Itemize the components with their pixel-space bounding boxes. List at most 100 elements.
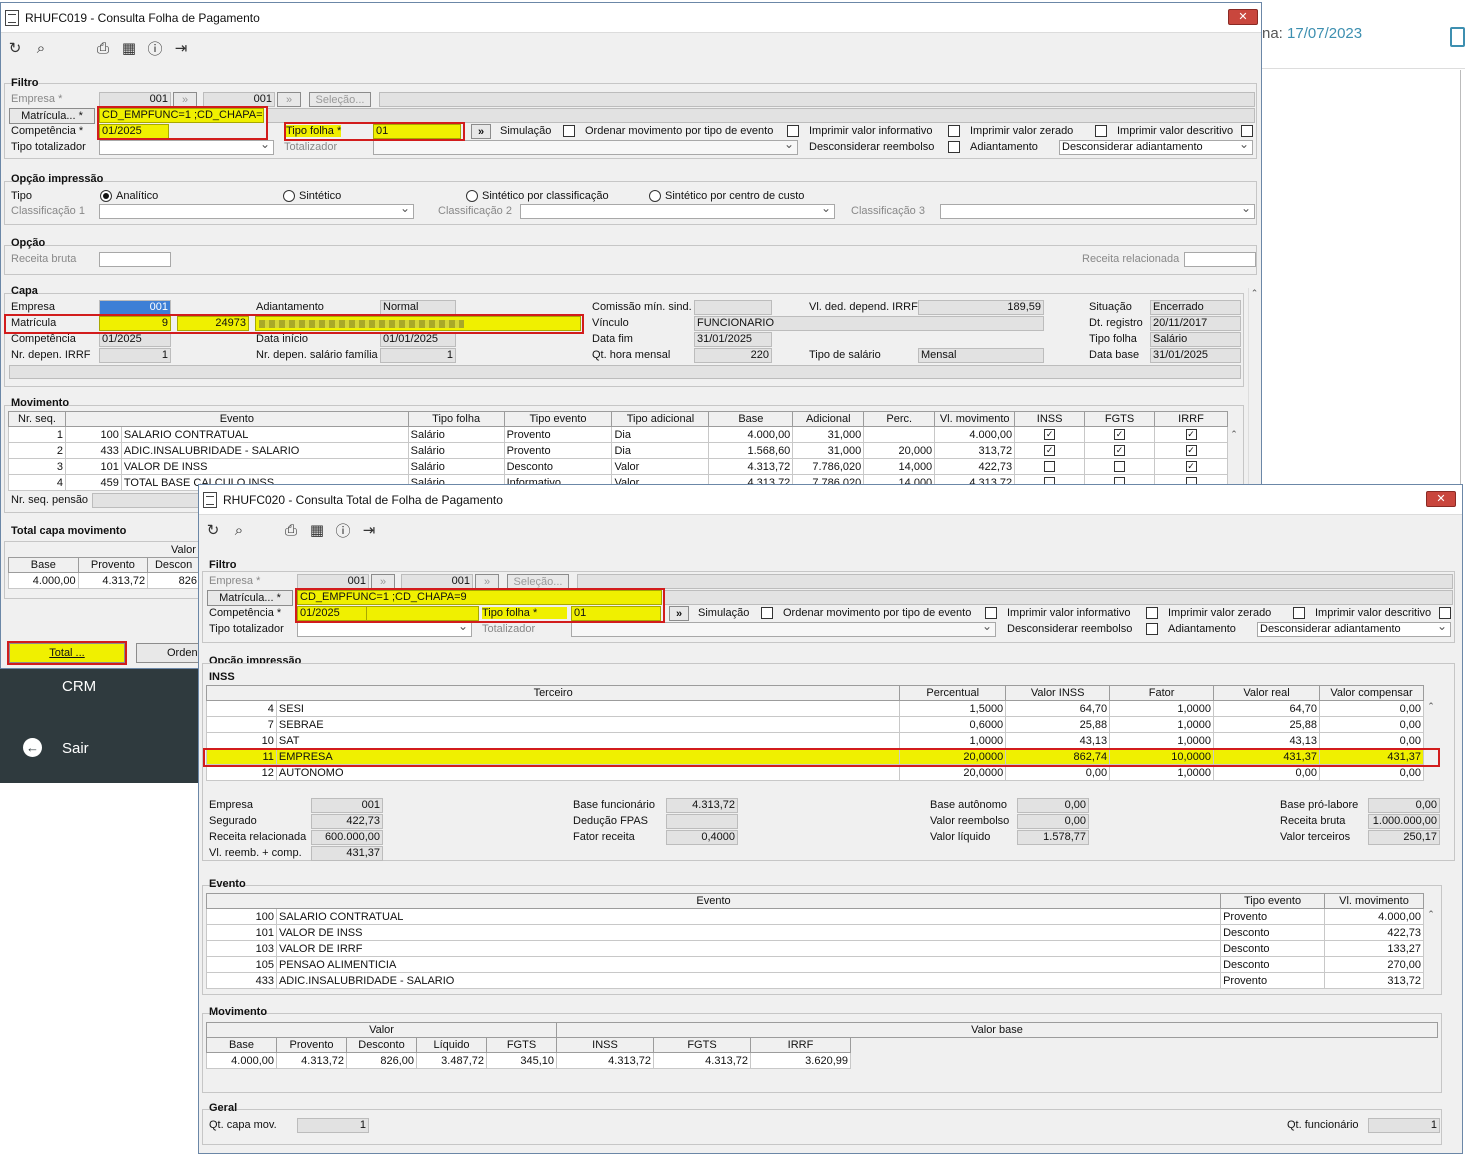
print-icon[interactable]: ⎙ xyxy=(281,522,301,539)
cell-irrf[interactable]: ✓ xyxy=(1154,458,1228,475)
calendar-icon[interactable]: ▦ xyxy=(119,39,139,57)
cell-fgts[interactable]: ✓ xyxy=(1084,426,1155,443)
exit-icon[interactable]: ⇥ xyxy=(171,39,191,57)
calendar-icon[interactable] xyxy=(1450,27,1465,47)
table-row[interactable]: 4 SESI 1,5000 64,70 1,0000 64,70 0,00 xyxy=(206,700,1425,717)
sidebar-item-crm[interactable]: CRM xyxy=(62,678,96,695)
empresa-from-lookup[interactable]: » xyxy=(371,574,395,589)
competencia-field[interactable]: 01/2025 xyxy=(297,606,367,621)
desc-reembolso-checkbox[interactable] xyxy=(948,141,960,153)
print-icon[interactable]: ⎙ xyxy=(93,40,113,57)
table-row[interactable]: 11 EMPRESA 20,0000 862,74 10,0000 431,37 431,3… xyxy=(206,748,1425,765)
refresh-icon[interactable]: ↻ xyxy=(5,39,25,57)
checkbox-icon[interactable]: ✓ xyxy=(1185,445,1197,457)
checkbox-icon[interactable]: ✓ xyxy=(1114,429,1126,441)
tipo-folha-lookup[interactable]: » xyxy=(471,124,491,139)
close-button[interactable]: ✕ xyxy=(1426,491,1456,507)
tipo-totalizador-select[interactable] xyxy=(297,622,472,637)
selecao-button[interactable]: Seleção... xyxy=(309,92,371,107)
class3-select[interactable] xyxy=(940,204,1255,219)
search-icon[interactable]: ⌕ xyxy=(31,40,51,57)
table-row[interactable]: 103 VALOR DE IRRF Desconto 133,27 xyxy=(206,940,1424,957)
refresh-icon[interactable]: ↻ xyxy=(203,521,223,539)
empresa-from-lookup[interactable]: » xyxy=(173,92,197,107)
window-title-bar[interactable]: RHUFC019 - Consulta Folha de Pagamento xyxy=(1,3,1261,33)
back-arrow-icon[interactable]: ← xyxy=(23,738,42,757)
imp-zerado-checkbox[interactable] xyxy=(1095,125,1107,137)
receita-relacionada-field[interactable] xyxy=(1184,252,1256,267)
table-row[interactable]: 3 101 VALOR DE INSS Salário Desconto Valor 4.3… xyxy=(8,458,1228,475)
sint-classificacao-radio[interactable] xyxy=(466,190,478,202)
empresa-to-lookup[interactable]: » xyxy=(277,92,301,107)
simulacao-checkbox[interactable] xyxy=(761,607,773,619)
matricula-field[interactable]: CD_EMPFUNC=1 ;CD_CHAPA=9 xyxy=(99,108,264,123)
table-row[interactable]: 2 433 ADIC.INSALUBRIDADE - SALARIO Salário P… xyxy=(8,442,1228,459)
matricula-button[interactable]: Matrícula... * xyxy=(9,108,95,124)
selecao-button[interactable]: Seleção... xyxy=(507,574,569,589)
cell-fgts[interactable] xyxy=(1084,458,1155,475)
table-row[interactable]: 433 ADIC.INSALUBRIDADE - SALARIO Provento 3… xyxy=(206,972,1424,989)
calendar-icon[interactable]: ▦ xyxy=(307,521,327,539)
sintetico-radio[interactable] xyxy=(283,190,295,202)
cell-inss[interactable]: ✓ xyxy=(1014,426,1086,443)
table-row[interactable]: 105 PENSAO ALIMENTICIA Desconto 270,00 xyxy=(206,956,1424,973)
tipo-folha-field[interactable]: 01 xyxy=(373,124,461,139)
analitico-radio[interactable] xyxy=(100,190,112,202)
help-icon[interactable]: ⓘ xyxy=(145,38,165,59)
imp-informativo-checkbox[interactable] xyxy=(1146,607,1158,619)
checkbox-icon[interactable]: ✓ xyxy=(1044,429,1056,441)
table-row[interactable]: 12 AUTONOMO 20,0000 0,00 1,0000 0,00 0,00 xyxy=(206,764,1425,781)
adiantamento-select[interactable]: Desconsiderar adiantamento xyxy=(1257,622,1451,637)
cell-fgts[interactable]: ✓ xyxy=(1084,442,1155,459)
empresa-to-field[interactable]: 001 xyxy=(401,574,473,589)
ordenar-checkbox[interactable] xyxy=(985,607,997,619)
empresa-from-field[interactable]: 001 xyxy=(99,92,171,107)
class2-select[interactable] xyxy=(520,204,835,219)
cell-inss[interactable]: ✓ xyxy=(1014,442,1086,459)
checkbox-icon[interactable] xyxy=(1114,461,1126,473)
checkbox-icon[interactable] xyxy=(1044,461,1056,473)
matricula-field[interactable]: CD_EMPFUNC=1 ;CD_CHAPA=9 xyxy=(297,590,662,605)
matricula-button[interactable]: Matrícula... * xyxy=(207,590,293,606)
imp-informativo-checkbox[interactable] xyxy=(948,125,960,137)
checkbox-icon[interactable]: ✓ xyxy=(1114,445,1126,457)
total-button[interactable]: Total ... xyxy=(9,643,125,663)
checkbox-icon[interactable]: ✓ xyxy=(1185,429,1197,441)
class1-select[interactable] xyxy=(99,204,414,219)
empresa-to-field[interactable]: 001 xyxy=(203,92,275,107)
table-row[interactable]: 7 SEBRAE 0,6000 25,88 1,0000 25,88 0,00 xyxy=(206,716,1425,733)
imp-descritivo-checkbox[interactable] xyxy=(1439,607,1451,619)
empresa-to-lookup[interactable]: » xyxy=(475,574,499,589)
receita-bruta-field[interactable] xyxy=(99,252,171,267)
close-button[interactable]: ✕ xyxy=(1228,9,1258,25)
simulacao-checkbox[interactable] xyxy=(563,125,575,137)
help-icon[interactable]: ⓘ xyxy=(333,520,353,541)
imp-zerado-checkbox[interactable] xyxy=(1293,607,1305,619)
totalizador-select[interactable] xyxy=(571,622,996,637)
table-row[interactable]: 100 SALARIO CONTRATUAL Provento 4.000,00 xyxy=(206,908,1424,925)
checkbox-icon[interactable]: ✓ xyxy=(1044,445,1056,457)
checkbox-icon[interactable]: ✓ xyxy=(1185,461,1197,473)
totalizador-select[interactable] xyxy=(373,140,798,155)
table-row[interactable]: 101 VALOR DE INSS Desconto 422,73 xyxy=(206,924,1424,941)
window-title-bar[interactable]: RHUFC020 - Consulta Total de Folha de Pa… xyxy=(199,485,1462,515)
search-icon[interactable]: ⌕ xyxy=(229,522,249,539)
evento-scrollbar[interactable]: ⌃ xyxy=(1425,909,1437,989)
sint-centro-radio[interactable] xyxy=(649,190,661,202)
empresa-from-field[interactable]: 001 xyxy=(297,574,369,589)
ordem-button[interactable]: Orden xyxy=(136,643,200,663)
imp-descritivo-checkbox[interactable] xyxy=(1241,125,1253,137)
exit-icon[interactable]: ⇥ xyxy=(359,521,379,539)
cell-inss[interactable] xyxy=(1014,458,1086,475)
sidebar-item-sair[interactable]: Sair xyxy=(62,740,89,757)
table-row[interactable]: 1 100 SALARIO CONTRATUAL Salário Provento Dia… xyxy=(8,426,1228,443)
inss-scrollbar[interactable]: ⌃ xyxy=(1425,701,1437,781)
ordenar-checkbox[interactable] xyxy=(787,125,799,137)
adiantamento-select[interactable]: Desconsiderar adiantamento xyxy=(1059,140,1253,155)
cell-irrf[interactable]: ✓ xyxy=(1154,426,1228,443)
desc-reembolso-checkbox[interactable] xyxy=(1146,623,1158,635)
movimento-scrollbar[interactable]: ⌃ xyxy=(1228,429,1240,489)
table-row[interactable]: 10 SAT 1,0000 43,13 1,0000 43,13 0,00 xyxy=(206,732,1425,749)
tipo-totalizador-select[interactable] xyxy=(99,140,274,155)
cell-irrf[interactable]: ✓ xyxy=(1154,442,1228,459)
